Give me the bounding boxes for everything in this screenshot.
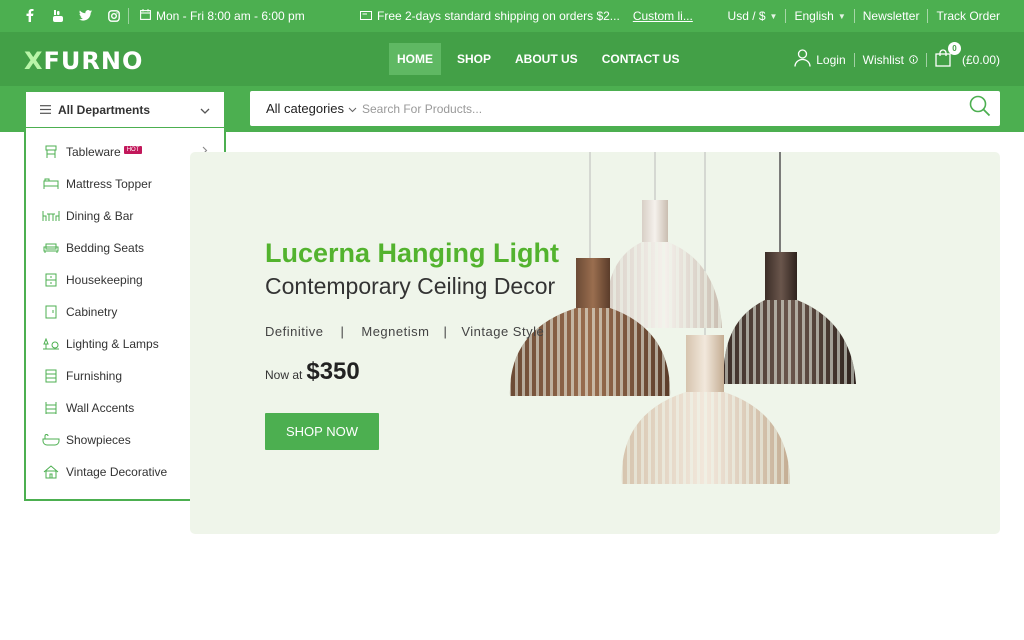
cabinet-icon — [42, 271, 60, 289]
pendant-lamps-image — [509, 152, 856, 484]
account-area: Login Wishlist 0 (£0.00) — [786, 42, 1000, 70]
youtube-icon[interactable] — [50, 8, 65, 23]
main-nav: HOME SHOP ABOUT US CONTACT US — [389, 43, 695, 75]
hero-subtitle: Contemporary Ceiling Decor — [265, 273, 556, 299]
login-link[interactable]: Login — [786, 49, 853, 70]
chevron-down-icon — [200, 103, 210, 117]
tableware-icon — [42, 143, 60, 161]
furnishing-icon — [42, 367, 60, 385]
hero-title: Lucerna Hanging Light — [265, 238, 559, 268]
menu-item-text: Tableware — [66, 145, 121, 159]
tag-separator: | — [443, 324, 448, 339]
category-label: All categories — [266, 101, 345, 116]
wishlist-label: Wishlist — [862, 52, 904, 67]
mattress-icon — [42, 175, 60, 193]
nav-home[interactable]: HOME — [389, 43, 441, 75]
hero-banner: Lucerna Hanging Light Contemporary Ceili… — [190, 152, 1000, 534]
menu-item-label: Vintage Decorative — [66, 465, 168, 479]
menu-item-label: Furnishing — [66, 369, 123, 383]
menu-item-label: Lighting & Lamps — [66, 337, 159, 351]
search-bar: All categories — [250, 91, 1000, 126]
departments-title: All Departments — [58, 102, 151, 117]
shop-now-button[interactable]: SHOP NOW — [265, 413, 379, 450]
tag-separator: | — [340, 324, 345, 339]
wishlist-link[interactable]: Wishlist — [855, 53, 926, 67]
main-header: XFURNO HOME SHOP ABOUT US CONTACT US Log… — [0, 32, 1024, 86]
logo-text: FURNO — [43, 47, 144, 75]
currency-selector[interactable]: Usd / $ ▼ — [720, 9, 786, 23]
language-label: English — [794, 9, 834, 23]
chevron-down-icon — [348, 101, 357, 116]
category-select[interactable]: All categories — [250, 101, 362, 116]
dining-icon — [42, 207, 60, 225]
hours-text: Mon - Fri 8:00 am - 6:00 pm — [156, 9, 305, 23]
cart-link[interactable]: 0 (£0.00) — [927, 42, 1000, 70]
menu-item-label: Showpieces — [66, 433, 131, 447]
nav-shop[interactable]: SHOP — [449, 43, 499, 75]
cart-count-badge: 0 — [947, 42, 961, 55]
facebook-icon[interactable] — [22, 8, 37, 23]
menu-item-label: Bedding Seats — [66, 241, 145, 255]
nav-contact[interactable]: CONTACT US — [594, 43, 688, 75]
top-right-links: Usd / $ ▼ English ▼ Newsletter Track Order — [720, 9, 1000, 23]
logo[interactable]: XFURNO — [24, 47, 143, 75]
menu-item-label: Housekeeping — [66, 273, 143, 287]
menu-item-label: Wall Accents — [66, 401, 135, 415]
menu-item-label: Tableware HOT — [66, 145, 202, 159]
hamburger-icon — [40, 103, 51, 117]
chevron-down-icon: ▼ — [837, 11, 846, 21]
top-bar: Mon - Fri 8:00 am - 6:00 pm Free 2-days … — [0, 0, 1024, 32]
departments-toggle[interactable]: All Departments — [25, 91, 225, 128]
price-value: $350 — [306, 358, 360, 385]
chevron-down-icon: ▼ — [769, 11, 778, 21]
cart-total: (£0.00) — [961, 52, 1000, 67]
menu-item-label: Dining & Bar — [66, 209, 134, 223]
bathtub-icon — [42, 431, 60, 449]
divider — [128, 8, 129, 24]
hot-badge: HOT — [123, 146, 143, 154]
search-input[interactable] — [362, 101, 960, 116]
currency-label: Usd / $ — [727, 9, 766, 23]
truck-icon — [360, 9, 372, 23]
shelf-icon — [42, 399, 60, 417]
menu-item-label: Cabinetry — [66, 305, 118, 319]
shipping-text: Free 2-days standard shipping on orders … — [377, 9, 620, 23]
user-icon — [794, 49, 811, 70]
language-selector[interactable]: English ▼ — [786, 9, 853, 23]
track-order-link[interactable]: Track Order — [928, 9, 1000, 23]
social-links — [22, 8, 121, 23]
hero-tag: Vintage Style — [461, 324, 545, 339]
hero-tags: Definitive | Megnetism | Vintage Style — [265, 324, 544, 339]
house-icon — [42, 463, 60, 481]
hero-price: Now at $350 — [265, 358, 360, 386]
cabinetry-icon — [42, 303, 60, 321]
menu-item-label: Mattress Topper — [66, 177, 152, 191]
price-label: Now at — [265, 368, 303, 382]
search-button[interactable] — [960, 95, 1000, 122]
logo-prefix: X — [24, 47, 44, 75]
calendar-icon — [140, 9, 151, 23]
lamp-dark-right — [723, 252, 856, 384]
cart-icon-wrap: 0 — [935, 42, 961, 70]
search-icon — [969, 95, 991, 122]
twitter-icon[interactable] — [78, 8, 93, 23]
login-label: Login — [816, 52, 846, 67]
hero-tag: Megnetism — [361, 324, 430, 339]
shipping-notice: Free 2-days standard shipping on orders … — [360, 9, 693, 23]
nav-about[interactable]: ABOUT US — [507, 43, 586, 75]
custom-link[interactable]: Custom li... — [633, 9, 693, 23]
info-icon — [909, 53, 918, 67]
business-hours: Mon - Fri 8:00 am - 6:00 pm — [140, 9, 305, 23]
instagram-icon[interactable] — [106, 8, 121, 23]
lamp-icon — [42, 335, 60, 353]
newsletter-link[interactable]: Newsletter — [855, 9, 928, 23]
hero-tag: Definitive — [265, 324, 324, 339]
sofa-icon — [42, 239, 60, 257]
